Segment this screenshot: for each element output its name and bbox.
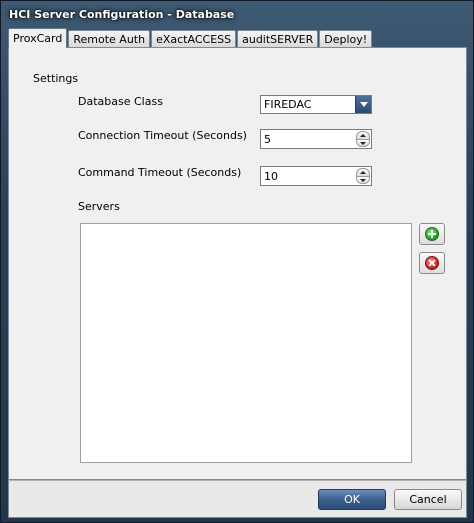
spin-up-icon[interactable] [356,168,370,177]
add-server-button[interactable] [419,223,445,245]
command-timeout-stepper[interactable]: 10 [260,166,372,186]
dialog-window: HCI Server Configuration - Database Prox… [0,0,474,523]
tab-remote-auth[interactable]: Remote Auth [68,30,151,48]
tab-proxcard[interactable]: ProxCard [8,28,68,48]
connection-timeout-stepper[interactable]: 5 [260,129,372,149]
dialog-footer: OK Cancel [8,480,467,518]
command-timeout-label: Command Timeout (Seconds) [78,166,242,179]
tab-auditserver[interactable]: auditSERVER [237,30,319,48]
command-timeout-value: 10 [264,170,278,183]
database-class-value: FIREDAC [264,98,312,111]
tab-exactaccess[interactable]: eXactACCESS [151,30,237,48]
cancel-button[interactable]: Cancel [394,489,462,510]
settings-group-label: Settings [33,72,79,85]
window-title: HCI Server Configuration - Database [9,7,235,21]
chevron-down-icon[interactable] [355,96,371,113]
spin-down-icon[interactable] [356,139,370,147]
connection-timeout-spin [356,131,370,147]
spin-down-icon[interactable] [356,176,370,184]
tab-panel: Settings Database Class FIREDAC Connecti… [8,47,467,480]
remove-server-button[interactable] [419,252,445,274]
command-timeout-spin [356,168,370,184]
tab-strip: ProxCard Remote Auth eXactACCESS auditSE… [8,28,373,48]
connection-timeout-label: Connection Timeout (Seconds) [78,129,247,142]
database-class-select[interactable]: FIREDAC [260,95,372,114]
add-circle-icon [425,227,439,241]
remove-circle-icon [425,256,439,270]
title-bar[interactable]: HCI Server Configuration - Database [1,1,473,27]
servers-label: Servers [78,200,120,213]
servers-list[interactable] [80,223,412,463]
spin-up-icon[interactable] [356,131,370,140]
connection-timeout-value: 5 [264,133,271,146]
tab-deploy[interactable]: Deploy! [319,30,373,48]
database-class-label: Database Class [78,95,163,108]
ok-button[interactable]: OK [318,489,386,510]
